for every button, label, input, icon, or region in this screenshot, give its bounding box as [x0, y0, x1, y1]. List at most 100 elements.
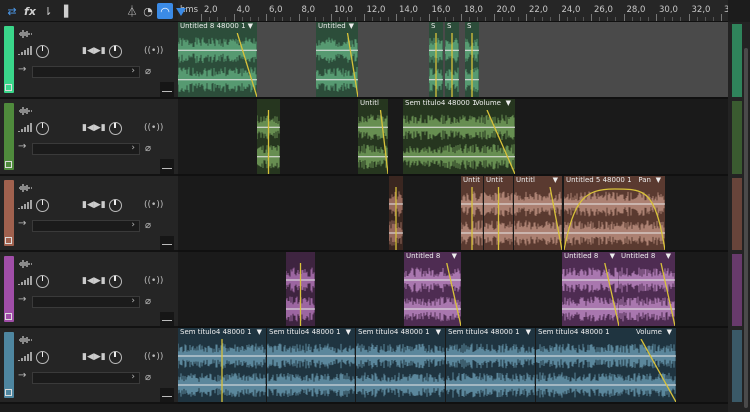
audio-clip[interactable]: Sem título4 48000 1 ▼ [178, 328, 266, 402]
automation-envelope[interactable] [257, 110, 280, 174]
volume-knob[interactable] [36, 121, 49, 135]
automation-envelope[interactable] [429, 33, 443, 97]
clip-title[interactable]: Untitled 5 48000 1 Pan ▼ [564, 176, 665, 187]
clip-title[interactable] [257, 99, 280, 110]
pan-knob[interactable] [108, 121, 122, 135]
monitor-icon[interactable]: ◠ [157, 3, 173, 19]
automation-envelope[interactable] [564, 187, 665, 250]
send-icon[interactable]: ⇂ [40, 3, 56, 19]
clip-menu-arrow-icon[interactable]: ▼ [553, 176, 558, 184]
track-overview-segment[interactable] [732, 254, 742, 326]
phase-invert-icon[interactable]: ⌀ [145, 372, 151, 383]
track-lane[interactable]: Untitled 8 ▼ Untitled 8 ▼ Untitled 8 ▼ [178, 252, 728, 328]
automation-envelope[interactable] [619, 263, 675, 326]
audio-clip[interactable] [257, 99, 280, 174]
clip-title[interactable]: Sem título4 48000 1 Volume ▼ [536, 328, 676, 339]
clip-title[interactable]: Untitled 8 ▼ [619, 252, 675, 263]
clip-title[interactable]: S [429, 22, 443, 33]
audio-clip[interactable]: Sem título4 48000 1 Volume ▼ [403, 99, 515, 174]
playhead-marker[interactable] [176, 8, 186, 16]
volume-knob[interactable] [36, 274, 49, 288]
audio-clip[interactable]: Sem título4 48000 1 ▼ [356, 328, 445, 402]
input-select[interactable]: › [32, 220, 140, 232]
audio-clip[interactable]: Sem título4 48000 1 Volume ▼ [536, 328, 676, 402]
volume-knob[interactable] [36, 350, 49, 364]
clip-menu-arrow-icon[interactable]: ▼ [526, 328, 531, 336]
track-lane[interactable]: Untit Untit Untitl ▼ Untitled 5 48000 1 Pan ▼ [178, 176, 728, 252]
record-icon[interactable]: ◔ [140, 3, 156, 19]
broadcast-icon[interactable]: ((•)) [144, 352, 163, 362]
track-header[interactable]: ▮◀▶▮ ((•)) → › ⌀ [0, 22, 178, 99]
clip-title[interactable]: Untit [461, 176, 483, 187]
automation-envelope[interactable] [514, 187, 562, 250]
automation-envelope[interactable] [286, 263, 315, 326]
automation-envelope[interactable] [316, 33, 358, 97]
metronome-icon[interactable]: ⏃ [124, 3, 140, 19]
clip-menu-arrow-icon[interactable]: ▼ [257, 328, 262, 336]
clip-title[interactable] [286, 252, 315, 263]
broadcast-icon[interactable]: ((•)) [144, 200, 163, 210]
clip-title[interactable]: Untitled 8 ▼ [562, 252, 619, 263]
audio-clip[interactable]: Sem título4 48000 1 ▼ [267, 328, 355, 402]
track-header[interactable]: ▮◀▶▮ ((•)) → › ⌀ [0, 99, 178, 176]
clip-title[interactable]: Untitled 8 ▼ [404, 252, 461, 263]
audio-clip[interactable]: Untitl ▼ [514, 176, 562, 250]
automation-envelope[interactable] [178, 339, 266, 402]
automation-envelope[interactable] [389, 187, 403, 250]
broadcast-icon[interactable]: ((•)) [144, 276, 163, 286]
track-color-swatch[interactable] [5, 389, 12, 396]
volume-knob[interactable] [36, 44, 49, 58]
clip-menu-arrow-icon[interactable]: ▼ [349, 22, 354, 30]
track-overview-segment[interactable] [732, 101, 742, 174]
pan-knob[interactable] [108, 44, 122, 58]
envelope-type-label[interactable]: Volume [636, 328, 662, 336]
clip-title[interactable]: Sem título4 48000 1 ▼ [178, 328, 266, 339]
vertical-scroll-panel[interactable] [728, 22, 750, 412]
phase-invert-icon[interactable]: ⌀ [145, 66, 151, 77]
audio-clip[interactable]: S [465, 22, 479, 97]
audio-clip[interactable] [286, 252, 315, 326]
fx-icon[interactable]: fx [22, 3, 38, 19]
clip-title[interactable]: S [465, 22, 479, 33]
automation-envelope[interactable] [465, 33, 479, 97]
track-overview-segment[interactable] [732, 24, 742, 97]
audio-clip[interactable]: Untit [484, 176, 513, 250]
timeline-ruler[interactable]: hms 2,0 4,0 6,0 8,0 10,0 12,0 14,0 16,0 18,0 20,0… [178, 0, 728, 22]
audio-clip[interactable]: Untitled ▼ [316, 22, 358, 97]
audio-clip[interactable]: S [445, 22, 459, 97]
broadcast-icon[interactable]: ((•)) [144, 123, 163, 133]
phase-invert-icon[interactable]: ⌀ [145, 296, 151, 307]
automation-envelope[interactable] [562, 263, 619, 326]
meter-icon[interactable]: ▐ [56, 3, 72, 19]
audio-clip[interactable]: Untitled 8 48000 1 ▼ [178, 22, 257, 97]
automation-envelope[interactable] [461, 187, 483, 250]
clip-menu-arrow-icon[interactable]: ▼ [667, 328, 672, 336]
track-color-swatch[interactable] [5, 84, 12, 91]
audio-clip[interactable]: Sem título4 48000 1 ▼ [446, 328, 535, 402]
track-overview-segment[interactable] [732, 178, 742, 250]
swap-icon[interactable]: ⇄ [4, 3, 20, 19]
clip-title[interactable]: Sem título4 48000 1 ▼ [446, 328, 535, 339]
pan-knob[interactable] [108, 274, 122, 288]
phase-invert-icon[interactable]: ⌀ [145, 220, 151, 231]
clip-title[interactable]: Sem título4 48000 1 Volume ▼ [403, 99, 515, 110]
clip-menu-arrow-icon[interactable]: ▼ [666, 252, 671, 260]
audio-clip[interactable]: Untit [461, 176, 483, 250]
track-lane[interactable]: Sem título4 48000 1 ▼ Sem título4 48000 1 ▼… [178, 328, 728, 404]
audio-clip[interactable]: Untitled 8 ▼ [619, 252, 675, 326]
clip-title[interactable]: Untitl [358, 99, 388, 110]
clip-menu-arrow-icon[interactable]: ▼ [656, 176, 661, 184]
clip-title[interactable]: S [445, 22, 459, 33]
track-overview-segment[interactable] [732, 330, 742, 402]
broadcast-icon[interactable]: ((•)) [144, 46, 163, 56]
audio-clip[interactable]: Untitled 8 ▼ [404, 252, 461, 326]
input-select[interactable]: › [32, 372, 140, 384]
track-color-swatch[interactable] [5, 161, 12, 168]
track-lane[interactable]: Untitled 8 48000 1 ▼ Untitled ▼ S S S [178, 22, 728, 99]
audio-clip[interactable]: S [429, 22, 443, 97]
automation-envelope[interactable] [358, 110, 388, 174]
track-header[interactable]: ▮◀▶▮ ((•)) → › ⌀ [0, 176, 178, 252]
audio-clip[interactable]: Untitled 8 ▼ [562, 252, 619, 326]
automation-envelope[interactable] [178, 33, 257, 97]
audio-clip[interactable]: Untitled 5 48000 1 Pan ▼ [564, 176, 665, 250]
